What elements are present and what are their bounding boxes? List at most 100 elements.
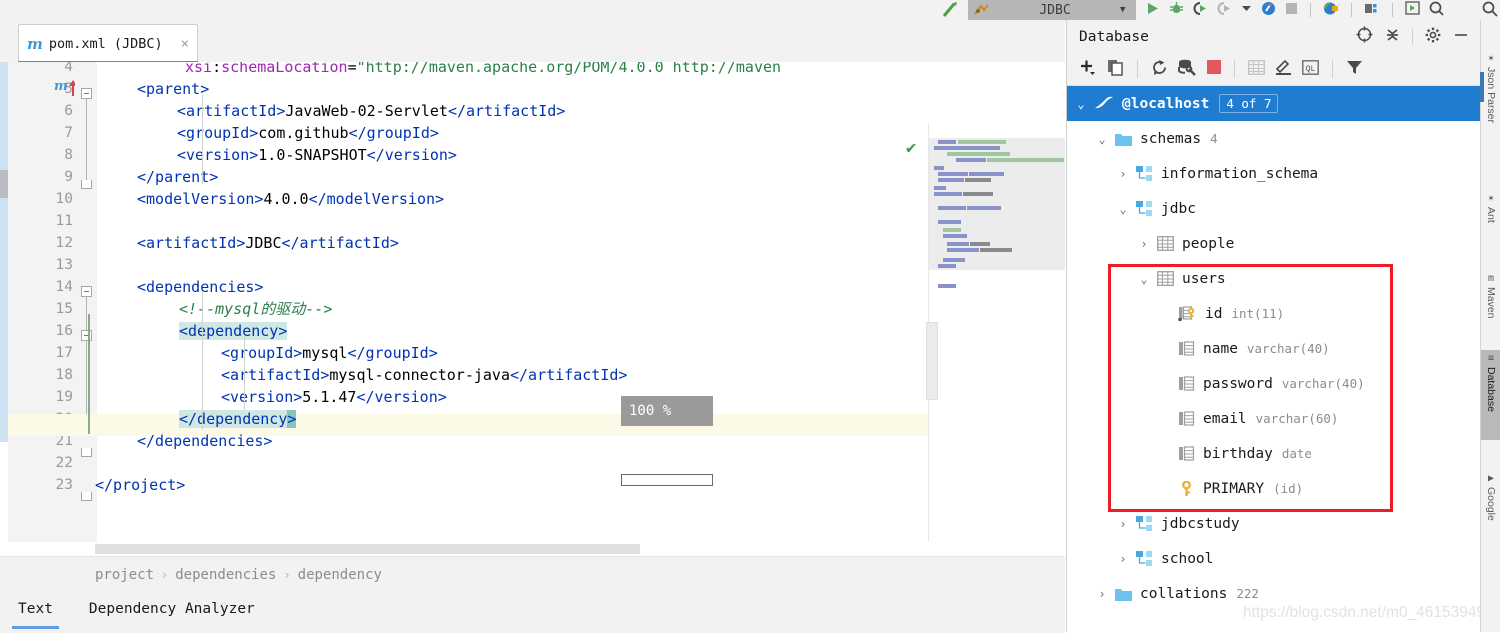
editor-code-area[interactable]: xsi:schemaLocation="http://maven.apache.…	[97, 62, 1065, 542]
tool-tab-json-parser[interactable]: ✶ Json Parser	[1481, 50, 1500, 165]
breadcrumb-item[interactable]: dependency	[298, 567, 382, 583]
search-everywhere-button[interactable]	[1429, 1, 1444, 20]
tool-tab-ant[interactable]: ✶Ant	[1481, 190, 1500, 245]
tree-node-meta: varchar(40)	[1247, 341, 1330, 356]
more-run-options-button[interactable]	[1241, 3, 1252, 18]
fold-end-dependencies[interactable]	[81, 448, 92, 457]
services-button[interactable]	[1364, 1, 1380, 20]
chevron-down-icon[interactable]: ⌄	[1075, 97, 1087, 111]
tool-window-icon: ✶	[1488, 54, 1494, 64]
tool-tab-google[interactable]: ▶Google	[1481, 470, 1500, 555]
fold-marker-parent[interactable]	[81, 88, 92, 99]
tree-node-column-name[interactable]: namevarchar(40)	[1067, 331, 1481, 366]
editor-minimap[interactable]	[928, 124, 1065, 542]
maven-reimport-icon[interactable]	[940, 0, 962, 20]
profile-button[interactable]	[1217, 1, 1232, 20]
tool-window-icon: m	[1488, 274, 1494, 284]
chevron-down-icon[interactable]: ⌄	[1117, 202, 1129, 216]
fold-marker-dependencies[interactable]	[81, 286, 92, 297]
chevron-right-icon[interactable]: ›	[1117, 167, 1129, 181]
chevron-right-icon[interactable]: ›	[1117, 552, 1129, 566]
chevron-down-icon[interactable]: ▼	[1120, 5, 1130, 15]
breadcrumb-item[interactable]: dependencies	[175, 567, 276, 583]
tree-node-column-password[interactable]: passwordvarchar(40)	[1067, 366, 1481, 401]
chevron-right-icon[interactable]: ›	[1138, 237, 1150, 251]
database-tool-window[interactable]: Database QL ⌄@localhost4 of 7⌄schemas	[1066, 20, 1481, 632]
tab-text[interactable]: Text	[0, 593, 71, 625]
tree-node-key-primary[interactable]: PRIMARY(id)	[1067, 471, 1481, 506]
tool-tab-database[interactable]: ≡Database	[1481, 350, 1500, 440]
editor-change-marker-blue	[0, 62, 8, 442]
run-with-coverage-button[interactable]	[1193, 1, 1208, 20]
tree-node-localhost[interactable]: ⌄@localhost4 of 7	[1067, 86, 1481, 121]
editor-vertical-scrollbar-thumb[interactable]	[926, 322, 938, 400]
tree-node-meta: varchar(60)	[1256, 411, 1339, 426]
tree-node-column-id[interactable]: idint(11)	[1067, 296, 1481, 331]
schema-icon	[1136, 551, 1153, 566]
toolbar-separator	[1137, 60, 1138, 78]
update-application-button[interactable]	[1323, 1, 1339, 20]
chevron-down-icon[interactable]: ⌄	[1138, 272, 1150, 286]
run-configuration-selector[interactable]: JDBC ▼	[968, 0, 1136, 20]
open-table-editor-icon	[1248, 60, 1265, 79]
tree-node-schemas[interactable]: ⌄schemas4	[1067, 121, 1481, 156]
tree-node-school[interactable]: ›school	[1067, 541, 1481, 576]
breadcrumb-item[interactable]: project	[95, 567, 154, 583]
line-number: 14	[13, 276, 73, 298]
tree-node-jdbc[interactable]: ⌄jdbc	[1067, 191, 1481, 226]
fold-marker-dependency[interactable]	[81, 330, 92, 341]
refresh-icon[interactable]	[1151, 59, 1168, 80]
line-number: 12	[13, 232, 73, 254]
tree-node-meta: int(11)	[1231, 306, 1284, 321]
database-panel-header: Database	[1067, 20, 1481, 53]
editor-horizontal-scrollbar[interactable]	[95, 544, 640, 554]
chevron-right-icon[interactable]: ›	[1117, 517, 1129, 531]
editor-bottom-tabs[interactable]: TextDependency Analyzer	[0, 593, 1065, 633]
run-button[interactable]	[1145, 1, 1160, 20]
chevron-down-icon[interactable]: ⌄	[1096, 132, 1108, 146]
tool-tab-maven[interactable]: mMaven	[1481, 270, 1500, 330]
tree-node-column-email[interactable]: emailvarchar(60)	[1067, 401, 1481, 436]
stop-refresh-icon[interactable]	[1207, 60, 1221, 78]
right-tool-window-bar[interactable]: ✶ Json Parser ✶Ant mMaven ≡Database ▶Google	[1480, 20, 1500, 632]
database-tools-icon[interactable]	[1178, 59, 1197, 80]
main-toolbar: JDBC ▼	[0, 0, 1500, 21]
collapse-all-icon[interactable]	[1385, 27, 1400, 46]
copy-icon[interactable]	[1107, 59, 1124, 80]
modify-object-icon[interactable]	[1275, 59, 1292, 79]
tree-node-people[interactable]: ›people	[1067, 226, 1481, 261]
add-new-icon[interactable]	[1079, 58, 1097, 80]
table-icon	[1157, 271, 1174, 286]
chevron-right-icon[interactable]: ›	[1096, 587, 1108, 601]
database-tree[interactable]: ⌄@localhost4 of 7⌄schemas4›information_s…	[1067, 86, 1481, 632]
tree-node-information-schema[interactable]: ›information_schema	[1067, 156, 1481, 191]
debug-button[interactable]	[1169, 1, 1184, 20]
open-query-console-icon[interactable]: QL	[1302, 60, 1319, 79]
table-icon	[1157, 236, 1174, 251]
fold-region-bar	[86, 99, 87, 180]
hide-minimize-icon[interactable]	[1453, 27, 1469, 47]
filter-icon[interactable]	[1346, 60, 1363, 79]
editor-gutter[interactable]: 4567891011121314151617181920212223 m	[8, 62, 84, 542]
breadcrumb[interactable]: project›dependencies›dependency	[95, 565, 382, 585]
search-everywhere-icon[interactable]	[1482, 1, 1498, 21]
settings-gear-icon[interactable]	[1425, 27, 1441, 47]
tab-dependency-analyzer[interactable]: Dependency Analyzer	[71, 593, 273, 625]
tool-window-label: Json Parser	[1485, 67, 1497, 123]
tree-node-label: collations	[1140, 586, 1227, 602]
code-editor[interactable]: 4567891011121314151617181920212223 m xsi…	[0, 62, 1065, 542]
editor-fold-column[interactable]	[75, 62, 97, 542]
run-anything-button[interactable]	[1405, 1, 1420, 19]
column-icon	[1178, 341, 1195, 356]
inspection-ok-icon[interactable]: ✔	[906, 138, 916, 158]
database-panel-toolbar[interactable]: QL	[1067, 53, 1481, 86]
editor-tab-pom-xml[interactable]: m pom.xml (JDBC) ×	[18, 24, 198, 62]
tree-node-jdbcstudy[interactable]: ›jdbcstudy	[1067, 506, 1481, 541]
inspect-button[interactable]	[1261, 1, 1276, 20]
fold-end-project[interactable]	[81, 492, 92, 501]
fold-end-parent[interactable]	[81, 180, 92, 189]
tree-node-users[interactable]: ⌄users	[1067, 261, 1481, 296]
tree-node-column-birthday[interactable]: birthdaydate	[1067, 436, 1481, 471]
scroll-from-source-icon[interactable]	[1356, 26, 1373, 47]
close-icon[interactable]: ×	[181, 36, 189, 52]
